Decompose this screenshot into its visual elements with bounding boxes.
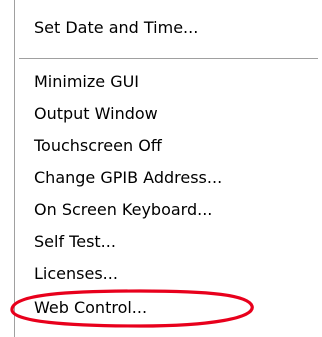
menu-item-licenses[interactable]: Licenses... bbox=[34, 258, 118, 290]
menu-item-minimize-gui[interactable]: Minimize GUI bbox=[34, 66, 139, 98]
menu-item-on-screen-keyboard[interactable]: On Screen Keyboard... bbox=[34, 194, 212, 226]
menu-item-output-window[interactable]: Output Window bbox=[34, 98, 158, 130]
menu-item-web-control[interactable]: Web Control... bbox=[34, 292, 147, 324]
menu-item-change-gpib-address[interactable]: Change GPIB Address... bbox=[34, 162, 222, 194]
menu-item-set-date-and-time[interactable]: Set Date and Time... bbox=[34, 12, 198, 44]
menu-item-self-test[interactable]: Self Test... bbox=[34, 226, 116, 258]
menu-item-touchscreen-off[interactable]: Touchscreen Off bbox=[34, 130, 162, 162]
menu-separator bbox=[19, 58, 318, 59]
context-menu: Set Date and Time... Minimize GUI Output… bbox=[14, 0, 322, 337]
